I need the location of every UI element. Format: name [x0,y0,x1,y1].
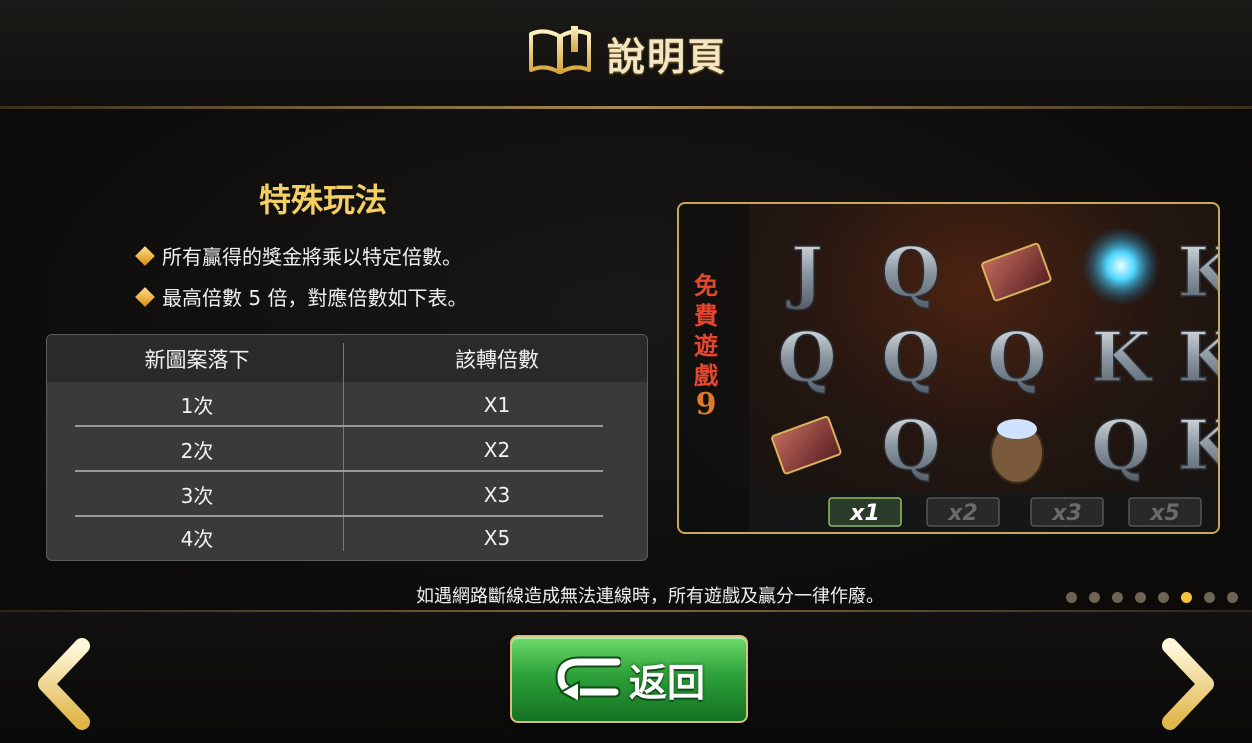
reel-letter-symbol: Q [881,318,940,398]
reel-letter-symbol: J [786,233,823,313]
page-dot [1066,592,1077,603]
table-header-cell: 新圖案落下 [144,347,250,372]
page-dot [1227,592,1238,603]
table-row: 1次 X1 [47,382,647,427]
reel-letter-symbol: Q [987,318,1046,398]
page-dot [1089,592,1100,603]
page-dot [1112,592,1123,603]
bullet-item: 最高倍數 5 倍，對應倍數如下表。 [135,282,468,311]
table-cell: 4次 [180,527,214,551]
reel-letter-symbol: K [1177,406,1218,486]
free-games-label: 免費遊戲9 [694,271,718,422]
table-header: 新圖案落下 該轉倍數 [47,335,647,382]
table-header-cell: 該轉倍數 [455,347,539,372]
page-dot-active [1181,592,1192,603]
table-cell: X2 [483,437,511,462]
page-title: 說明頁 [606,34,727,79]
multiplier-table: 新圖案落下 該轉倍數 1次 X1 2次 X2 3次 X3 4次 X5 [46,334,648,561]
reel-letter-symbol: Q [881,233,940,313]
page-dot [1135,592,1146,603]
back-button[interactable]: 返回 [510,635,748,723]
table-cell: X3 [483,482,511,507]
game-preview-image: 免費遊戲9 JQKQQQKKQQK x1x2x3x5 [677,202,1220,534]
table-body: 1次 X1 2次 X2 3次 X3 4次 X5 [47,382,647,558]
page-dot [1158,592,1169,603]
multiplier-label: x2 [947,501,978,526]
bullet-item: 所有贏得的獎金將乘以特定倍數。 [135,241,462,270]
table-cell: 1次 [180,394,214,418]
free-games-char: 遊 [694,331,718,360]
table-cell: X5 [483,525,511,550]
table-row: 2次 X2 [47,427,647,472]
page-header: 說明頁 [0,24,1252,82]
bullet-text: 所有贏得的獎金將乘以特定倍數。 [162,245,462,269]
reel-letter-symbol: Q [777,318,836,398]
free-games-char: 免 [694,271,718,300]
free-games-char: 9 [696,387,717,422]
disconnect-notice: 如遇網路斷線造成無法連線時，所有遊戲及贏分一律作廢。 [416,586,884,607]
page-indicator [1066,592,1238,603]
back-button-label: 返回 [628,660,705,705]
reel-letter-symbol: K [1091,318,1153,398]
next-page-button[interactable] [1152,636,1222,732]
reel-letter-symbol: Q [1091,406,1150,486]
chevron-left-icon [38,638,90,730]
diamond-bullet-icon [135,245,155,266]
table-cell: 2次 [180,439,214,463]
table-row: 4次 X5 [47,517,647,558]
prev-page-button[interactable] [30,636,100,732]
table-cell: 3次 [180,484,214,508]
multiplier-label: x5 [1149,501,1180,526]
multiplier-label: x3 [1051,501,1082,526]
reel-letter-symbol: K [1177,233,1218,313]
magic-orb-symbol [1081,226,1161,306]
reel-letter-symbol: Q [881,406,940,486]
multiplier-label: x1 [849,501,880,526]
bullet-text: 最高倍數 5 倍，對應倍數如下表。 [162,286,468,310]
free-games-char: 戲 [694,361,718,390]
table-row: 3次 X3 [47,472,647,517]
open-book-icon [525,24,595,82]
page-dot [1204,592,1215,603]
section-title: 特殊玩法 [258,181,387,219]
reel-letter-symbol: K [1177,318,1218,398]
table-cell: X1 [483,392,511,417]
diamond-bullet-icon [135,286,155,307]
chevron-right-icon [1162,638,1214,730]
return-arrow-icon [553,654,623,704]
coin-pile-icon [997,419,1037,439]
free-games-char: 費 [694,301,718,330]
